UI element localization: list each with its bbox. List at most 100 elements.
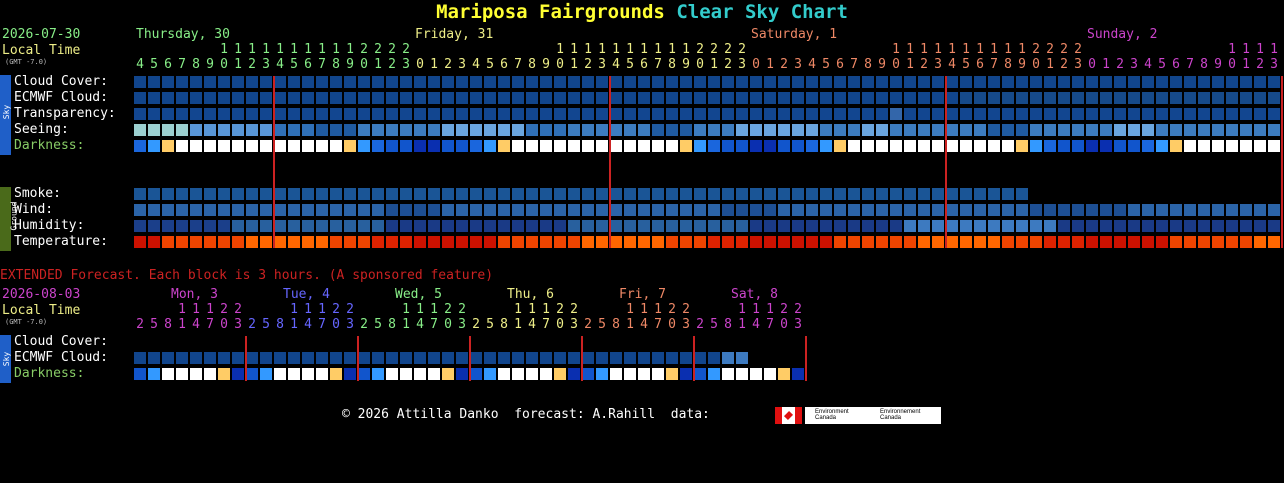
- ext-ecmwf-cloud-cell[interactable]: [148, 352, 160, 364]
- humidity-cell[interactable]: [218, 220, 230, 232]
- humidity-cell[interactable]: [722, 220, 734, 232]
- smoke-cell[interactable]: [736, 188, 748, 200]
- smoke-cell[interactable]: [274, 188, 286, 200]
- seeing-cell[interactable]: [624, 124, 636, 136]
- ext-row-label-cloud-cover[interactable]: Cloud Cover:: [14, 334, 108, 350]
- ecmwf-cloud-cell[interactable]: [610, 92, 622, 104]
- transparency-cell[interactable]: [162, 108, 174, 120]
- wind-cell[interactable]: [1044, 204, 1056, 216]
- humidity-cell[interactable]: [288, 220, 300, 232]
- row-label-cloud-cover[interactable]: Cloud Cover:: [14, 74, 108, 90]
- darkness-cell[interactable]: [764, 140, 776, 152]
- temperature-cell[interactable]: [778, 236, 790, 248]
- darkness-cell[interactable]: [582, 140, 594, 152]
- humidity-cell[interactable]: [1100, 220, 1112, 232]
- ext-darkness-cell[interactable]: [526, 368, 538, 380]
- transparency-cell[interactable]: [960, 108, 972, 120]
- wind-cell[interactable]: [218, 204, 230, 216]
- ext-darkness-cell[interactable]: [652, 368, 664, 380]
- cloud-cover-cell[interactable]: [1212, 76, 1224, 88]
- wind-cell[interactable]: [778, 204, 790, 216]
- transparency-cell[interactable]: [148, 108, 160, 120]
- smoke-cell[interactable]: [288, 188, 300, 200]
- cloud-cover-cell[interactable]: [750, 76, 762, 88]
- ext-darkness-cell[interactable]: [330, 368, 342, 380]
- humidity-cell[interactable]: [344, 220, 356, 232]
- cloud-cover-cell[interactable]: [1072, 76, 1084, 88]
- wind-cell[interactable]: [1212, 204, 1224, 216]
- humidity-cell[interactable]: [1142, 220, 1154, 232]
- ext-ecmwf-cloud-cell[interactable]: [498, 352, 510, 364]
- cloud-cover-cell[interactable]: [1184, 76, 1196, 88]
- darkness-cell[interactable]: [344, 140, 356, 152]
- ecmwf-cloud-cell[interactable]: [1128, 92, 1140, 104]
- smoke-cell[interactable]: [582, 188, 594, 200]
- transparency-cell[interactable]: [582, 108, 594, 120]
- transparency-cell[interactable]: [610, 108, 622, 120]
- wind-cell[interactable]: [624, 204, 636, 216]
- cloud-cover-cell[interactable]: [372, 76, 384, 88]
- ext-ecmwf-cloud-cell[interactable]: [694, 352, 706, 364]
- transparency-cell[interactable]: [666, 108, 678, 120]
- wind-cell[interactable]: [1254, 204, 1266, 216]
- smoke-cell[interactable]: [190, 188, 202, 200]
- darkness-cell[interactable]: [554, 140, 566, 152]
- seeing-cell[interactable]: [1240, 124, 1252, 136]
- seeing-cell[interactable]: [1016, 124, 1028, 136]
- ecmwf-cloud-cell[interactable]: [1142, 92, 1154, 104]
- seeing-cell[interactable]: [778, 124, 790, 136]
- humidity-cell[interactable]: [820, 220, 832, 232]
- darkness-cell[interactable]: [302, 140, 314, 152]
- wind-cell[interactable]: [344, 204, 356, 216]
- temperature-cell[interactable]: [190, 236, 202, 248]
- cloud-cover-cell[interactable]: [470, 76, 482, 88]
- seeing-cell[interactable]: [708, 124, 720, 136]
- humidity-cell[interactable]: [1086, 220, 1098, 232]
- ecmwf-cloud-cell[interactable]: [974, 92, 986, 104]
- cloud-cover-cell[interactable]: [988, 76, 1000, 88]
- darkness-cell[interactable]: [1100, 140, 1112, 152]
- ext-darkness-cell[interactable]: [694, 368, 706, 380]
- cloud-cover-cell[interactable]: [960, 76, 972, 88]
- seeing-cell[interactable]: [386, 124, 398, 136]
- wind-cell[interactable]: [162, 204, 174, 216]
- smoke-cell[interactable]: [960, 188, 972, 200]
- humidity-cell[interactable]: [666, 220, 678, 232]
- cloud-cover-cell[interactable]: [442, 76, 454, 88]
- ecmwf-cloud-cell[interactable]: [498, 92, 510, 104]
- darkness-cell[interactable]: [792, 140, 804, 152]
- ecmwf-cloud-cell[interactable]: [218, 92, 230, 104]
- ecmwf-cloud-cell[interactable]: [820, 92, 832, 104]
- seeing-cell[interactable]: [288, 124, 300, 136]
- ecmwf-cloud-cell[interactable]: [890, 92, 902, 104]
- wind-cell[interactable]: [750, 204, 762, 216]
- transparency-cell[interactable]: [526, 108, 538, 120]
- ecmwf-cloud-cell[interactable]: [1072, 92, 1084, 104]
- humidity-cell[interactable]: [372, 220, 384, 232]
- ext-darkness-cell[interactable]: [470, 368, 482, 380]
- seeing-cell[interactable]: [456, 124, 468, 136]
- ecmwf-cloud-cell[interactable]: [1268, 92, 1280, 104]
- seeing-cell[interactable]: [512, 124, 524, 136]
- transparency-cell[interactable]: [246, 108, 258, 120]
- smoke-cell[interactable]: [554, 188, 566, 200]
- wind-cell[interactable]: [456, 204, 468, 216]
- temperature-cell[interactable]: [400, 236, 412, 248]
- cloud-cover-cell[interactable]: [274, 76, 286, 88]
- day-label-sunday[interactable]: Sunday, 2: [1087, 27, 1157, 43]
- cloud-cover-cell[interactable]: [596, 76, 608, 88]
- darkness-cell[interactable]: [1142, 140, 1154, 152]
- wind-cell[interactable]: [498, 204, 510, 216]
- cloud-cover-cell[interactable]: [190, 76, 202, 88]
- ext-darkness-cell[interactable]: [512, 368, 524, 380]
- wind-cell[interactable]: [1268, 204, 1280, 216]
- cloud-cover-cell[interactable]: [232, 76, 244, 88]
- temperature-cell[interactable]: [610, 236, 622, 248]
- ext-ecmwf-cloud-cell[interactable]: [218, 352, 230, 364]
- row-label-transparency[interactable]: Transparency:: [14, 106, 116, 122]
- wind-cell[interactable]: [232, 204, 244, 216]
- cloud-cover-cell[interactable]: [344, 76, 356, 88]
- smoke-cell[interactable]: [722, 188, 734, 200]
- cloud-cover-cell[interactable]: [1226, 76, 1238, 88]
- ext-darkness-cell[interactable]: [750, 368, 762, 380]
